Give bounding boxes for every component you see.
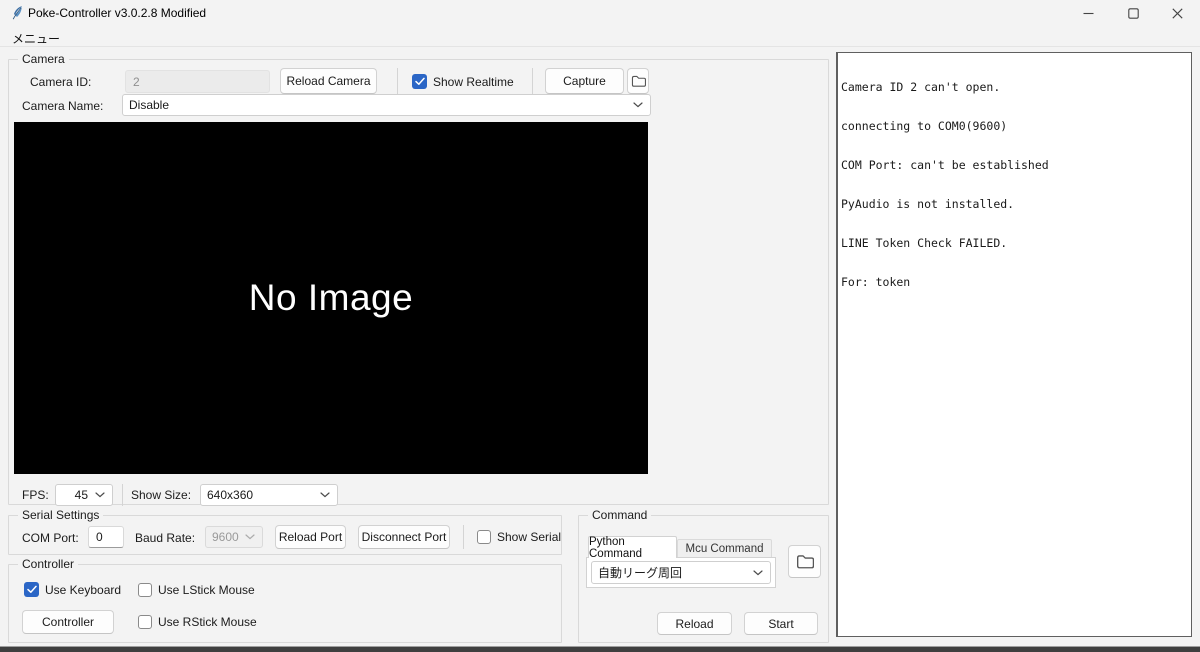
reload-port-button[interactable]: Reload Port <box>275 525 346 549</box>
poke-controller-window: Poke-Controller v3.0.2.8 Modified メニュー C… <box>0 0 1200 652</box>
controller-button[interactable]: Controller <box>22 610 114 634</box>
show-serial-checkbox[interactable]: Show Serial <box>477 530 561 544</box>
fps-combobox[interactable]: 45 <box>55 484 113 506</box>
separator <box>463 525 464 549</box>
camera-id-value: 2 <box>133 74 140 89</box>
command-select-combobox[interactable]: 自動リーグ周回 <box>591 561 771 584</box>
log-output[interactable]: Camera ID 2 can't open. connecting to CO… <box>836 52 1192 637</box>
camera-name-value: Disable <box>129 98 170 112</box>
use-lstick-mouse-checkbox[interactable]: Use LStick Mouse <box>138 583 255 597</box>
chevron-down-icon <box>245 534 255 540</box>
checkbox-checked-icon <box>24 582 39 597</box>
use-rstick-mouse-checkbox[interactable]: Use RStick Mouse <box>138 615 257 629</box>
checkbox-unchecked-icon <box>477 530 491 544</box>
reload-camera-button[interactable]: Reload Camera <box>280 68 377 94</box>
separator <box>532 68 533 94</box>
log-line: Camera ID 2 can't open. <box>841 80 1001 94</box>
baud-rate-combobox[interactable]: 9600 <box>205 526 263 548</box>
show-serial-label: Show Serial <box>497 530 562 544</box>
use-rstick-mouse-label: Use RStick Mouse <box>158 615 257 629</box>
camera-name-label: Camera Name: <box>22 99 104 113</box>
com-port-value: 0 <box>96 530 103 544</box>
camera-group-label: Camera <box>18 52 69 67</box>
checkbox-unchecked-icon <box>138 583 152 597</box>
checkbox-checked-icon <box>412 74 427 89</box>
show-realtime-checkbox[interactable]: Show Realtime <box>412 74 514 89</box>
close-icon <box>1171 7 1183 19</box>
use-keyboard-checkbox[interactable]: Use Keyboard <box>24 582 121 597</box>
fps-label: FPS: <box>22 488 49 502</box>
maximize-button[interactable] <box>1110 0 1156 26</box>
checkbox-unchecked-icon <box>138 615 152 629</box>
separator <box>122 484 123 506</box>
capture-button[interactable]: Capture <box>545 68 624 94</box>
camera-id-label: Camera ID: <box>30 75 92 89</box>
disconnect-port-button[interactable]: Disconnect Port <box>358 525 450 549</box>
use-lstick-mouse-label: Use LStick Mouse <box>158 583 255 597</box>
com-port-label: COM Port: <box>22 531 79 545</box>
camera-preview-canvas: No Image <box>14 122 648 474</box>
log-line: For: token <box>841 275 911 289</box>
capture-folder-button[interactable] <box>627 68 649 94</box>
serial-settings-group-label: Serial Settings <box>18 508 104 523</box>
maximize-icon <box>1127 7 1139 19</box>
tab-python-command[interactable]: Python Command <box>588 536 677 560</box>
folder-icon <box>796 554 814 568</box>
show-size-label: Show Size: <box>131 488 192 502</box>
app-feather-icon <box>12 6 22 20</box>
minimize-icon <box>1083 12 1093 14</box>
command-folder-button[interactable] <box>788 545 821 578</box>
chevron-down-icon <box>95 492 105 498</box>
command-group-label: Command <box>588 508 652 523</box>
camera-name-combobox[interactable]: Disable <box>122 94 651 116</box>
menu-item-menu[interactable]: メニュー <box>8 29 64 48</box>
check-icon <box>414 77 425 85</box>
menu-bar: メニュー <box>0 26 1200 47</box>
show-size-combobox[interactable]: 640x360 <box>200 484 338 506</box>
chevron-down-icon <box>633 102 643 108</box>
show-realtime-label: Show Realtime <box>433 74 514 89</box>
com-port-field[interactable]: 0 <box>88 526 124 548</box>
use-keyboard-label: Use Keyboard <box>45 582 122 597</box>
minimize-button[interactable] <box>1065 0 1111 26</box>
command-select-value: 自動リーグ周回 <box>598 566 683 580</box>
log-line: connecting to COM0(9600) <box>841 119 1008 133</box>
title-bar: Poke-Controller v3.0.2.8 Modified <box>0 0 1200 26</box>
camera-id-field[interactable]: 2 <box>125 70 270 93</box>
log-line: COM Port: can't be established <box>841 158 1049 172</box>
close-button[interactable] <box>1154 0 1200 26</box>
tab-mcu-command[interactable]: Mcu Command <box>677 539 772 558</box>
separator <box>397 68 398 94</box>
log-line: LINE Token Check FAILED. <box>841 236 1008 250</box>
baud-rate-label: Baud Rate: <box>135 531 196 545</box>
show-size-value: 640x360 <box>207 488 254 502</box>
window-bottom-edge <box>0 646 1200 652</box>
no-image-text: No Image <box>248 277 414 318</box>
chevron-down-icon <box>320 492 330 498</box>
check-icon <box>26 585 37 593</box>
controller-group-label: Controller <box>18 557 79 572</box>
log-line: PyAudio is not installed. <box>841 197 1015 211</box>
reload-button[interactable]: Reload <box>657 612 732 635</box>
start-button[interactable]: Start <box>744 612 818 635</box>
window-title: Poke-Controller v3.0.2.8 Modified <box>28 6 207 20</box>
chevron-down-icon <box>753 569 763 575</box>
folder-icon <box>631 75 646 87</box>
